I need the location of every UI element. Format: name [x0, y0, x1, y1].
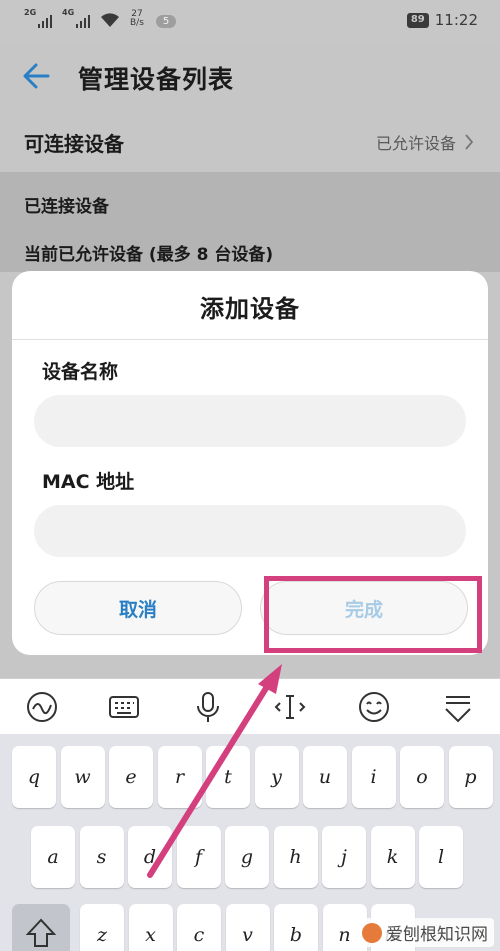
wifi-icon: [101, 13, 119, 27]
key-r[interactable]: r: [157, 746, 202, 808]
status-bar: 2G 4G 27 B/s 5 89 11:22: [0, 0, 500, 42]
add-device-dialog: 添加设备 设备名称 MAC 地址 取消 完成: [12, 271, 488, 655]
device-name-label: 设备名称: [42, 361, 119, 383]
done-button[interactable]: 完成: [260, 581, 468, 635]
watermark-logo-icon: [362, 922, 382, 943]
signal-icon-sim1: 2G: [24, 8, 52, 28]
signal-icon-sim2: 4G: [62, 8, 90, 28]
key-a[interactable]: a: [31, 826, 75, 888]
mac-address-input[interactable]: [34, 505, 466, 557]
network-speed: 27 B/s: [130, 9, 144, 28]
handwriting-icon[interactable]: [24, 689, 60, 725]
key-b[interactable]: b: [274, 904, 318, 951]
key-x[interactable]: x: [128, 904, 173, 951]
page-title: 管理设备列表: [78, 65, 235, 94]
key-z[interactable]: z: [80, 904, 124, 951]
cursor-icon[interactable]: [272, 689, 308, 725]
collapse-keyboard-icon[interactable]: [440, 689, 476, 725]
keyboard-icon[interactable]: [106, 689, 142, 725]
key-f[interactable]: f: [176, 826, 221, 888]
mac-address-label: MAC 地址: [42, 471, 135, 493]
microphone-icon[interactable]: [190, 689, 226, 725]
dialog-title: 添加设备: [200, 295, 300, 323]
device-list-section: 已连接设备 当前已允许设备 (最多 8 台设备): [0, 172, 500, 272]
key-k[interactable]: k: [370, 826, 415, 888]
key-u[interactable]: u: [303, 746, 347, 808]
allowed-devices-link: 已允许设备: [375, 134, 456, 153]
device-name-input[interactable]: [34, 395, 466, 447]
key-j[interactable]: j: [322, 826, 366, 888]
key-t[interactable]: t: [206, 746, 250, 808]
key-w[interactable]: w: [60, 746, 105, 808]
shift-icon: [25, 918, 57, 947]
allowed-devices-note: 当前已允许设备 (最多 8 台设备): [24, 245, 274, 265]
key-v[interactable]: v: [225, 904, 270, 951]
cancel-button[interactable]: 取消: [34, 581, 242, 635]
connected-devices-heading: 已连接设备: [24, 197, 109, 217]
divider: [12, 339, 488, 340]
key-g[interactable]: g: [225, 826, 269, 888]
watermark: 爱刨根知识网: [356, 918, 494, 947]
arrow-left-icon[interactable]: [18, 58, 58, 94]
chevron-right-icon: [465, 134, 474, 150]
key-h[interactable]: h: [273, 826, 318, 888]
shift-key[interactable]: [12, 904, 70, 951]
notification-badge: 5: [155, 15, 177, 28]
key-q[interactable]: q: [12, 746, 56, 808]
connectable-devices-row[interactable]: 可连接设备 已允许设备: [0, 116, 500, 172]
key-s[interactable]: s: [79, 826, 124, 888]
connectable-devices-label: 可连接设备: [24, 132, 124, 156]
key-o[interactable]: o: [400, 746, 444, 808]
battery-icon: 89: [406, 12, 429, 28]
key-c[interactable]: c: [177, 904, 221, 951]
key-d[interactable]: d: [128, 826, 172, 888]
clock: 11:22: [434, 11, 478, 29]
key-l[interactable]: l: [419, 826, 463, 888]
emoji-icon[interactable]: [356, 689, 392, 725]
key-i[interactable]: i: [351, 746, 396, 808]
key-p[interactable]: p: [448, 746, 493, 808]
key-e[interactable]: e: [109, 746, 153, 808]
keyboard-toolbar: [0, 678, 500, 734]
key-y[interactable]: y: [254, 746, 299, 808]
app-header: 管理设备列表: [0, 42, 500, 116]
